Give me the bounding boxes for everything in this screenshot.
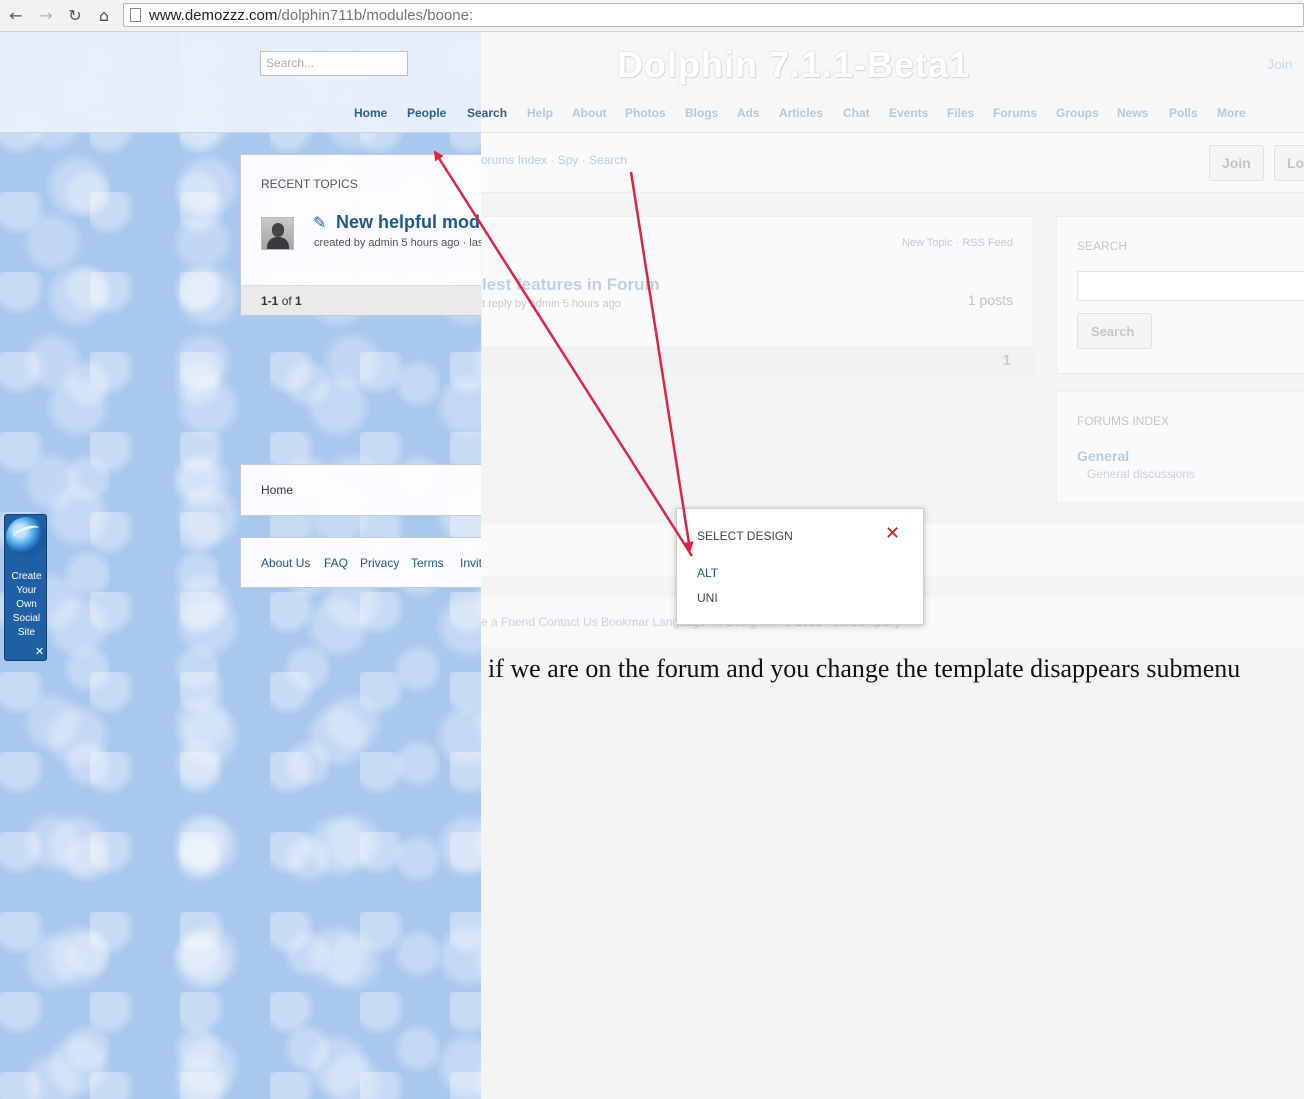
footer-links-box: About Us FAQ Privacy Terms Invit xyxy=(240,537,481,588)
breadcrumb-home[interactable]: Home xyxy=(261,483,293,497)
menu-item-people[interactable]: People xyxy=(407,106,446,120)
popup-title: SELECT DESIGN xyxy=(697,529,793,543)
menu-item-groups[interactable]: Groups xyxy=(1056,106,1099,120)
topic-title[interactable]: lest features in Forum xyxy=(482,275,660,295)
home-box: Home xyxy=(240,464,481,516)
browser-toolbar: ← → ↻ ⌂ www.demozzz.com/dolphin711b/modu… xyxy=(0,0,1304,32)
topic-pagination: 1 xyxy=(482,346,1035,376)
menu-item-photos[interactable]: Photos xyxy=(625,106,666,120)
login-button[interactable]: Lo xyxy=(1274,145,1304,181)
create-site-widget[interactable]: Create Your Own Social Site ✕ xyxy=(4,514,47,661)
join-button[interactable]: Join xyxy=(1209,145,1264,181)
submenu-breadcrumb[interactable]: orums Index · Spy · Search xyxy=(481,153,627,167)
site-logo[interactable]: Dolphin 7.1.1-Beta1 xyxy=(617,44,970,86)
menu-item-news[interactable]: News xyxy=(1117,106,1148,120)
faded-header: Dolphin 7.1.1-Beta1 Join xyxy=(481,32,1304,93)
menu-item-about[interactable]: About xyxy=(572,106,607,120)
forums-index-box: FORUMS INDEX General General discussions xyxy=(1056,391,1304,503)
submenu-bar: orums Index · Spy · Search Join Lo xyxy=(481,133,1304,193)
forum-search-button[interactable]: Search xyxy=(1077,313,1152,349)
menu-item-forums[interactable]: Forums xyxy=(993,106,1037,120)
main-menu: Home People Search Help About Photos Blo… xyxy=(0,106,1304,122)
home-icon[interactable]: ⌂ xyxy=(94,5,114,25)
topic-meta: t reply by admin 5 hours ago xyxy=(482,298,621,310)
recent-topics-title: RECENT TOPICS xyxy=(261,177,358,191)
forum-topic-box: New Topic · RSS Feed lest features in Fo… xyxy=(481,216,1035,376)
forum-general-desc: General discussions xyxy=(1087,467,1196,481)
widget-text: Create Your Own Social Site xyxy=(11,571,42,638)
reload-icon[interactable]: ↻ xyxy=(65,5,85,25)
back-icon[interactable]: ← xyxy=(6,5,26,25)
menu-item-help[interactable]: Help xyxy=(527,106,553,120)
recent-topic-meta: created by admin 5 hours ago · las xyxy=(314,237,481,249)
pin-icon: ✎ xyxy=(313,215,327,232)
select-design-popup: SELECT DESIGN ✕ ALT UNI xyxy=(676,508,924,625)
menu-item-more[interactable]: More xyxy=(1217,106,1246,120)
menu-item-chat[interactable]: Chat xyxy=(843,106,870,120)
menu-item-files[interactable]: Files xyxy=(947,106,974,120)
search-box: SEARCH Search xyxy=(1056,216,1304,374)
address-bar[interactable]: www.demozzz.com/dolphin711b/modules/boon… xyxy=(123,3,1304,27)
widget-close-icon[interactable]: ✕ xyxy=(35,645,44,658)
topic-posts-count: 1 posts xyxy=(967,292,1013,308)
menu-item-home[interactable]: Home xyxy=(354,106,387,120)
annotation-text: if we are on the forum and you change th… xyxy=(488,654,1241,683)
footer-link-about[interactable]: About Us xyxy=(261,556,310,570)
forum-search-input[interactable] xyxy=(1077,271,1304,301)
footer-link-faq[interactable]: FAQ xyxy=(324,556,348,570)
footer-link-privacy[interactable]: Privacy xyxy=(360,556,399,570)
page-icon xyxy=(130,8,141,22)
design-option-alt[interactable]: ALT xyxy=(697,566,718,580)
dolphin-globe-icon xyxy=(6,517,46,557)
menu-item-polls[interactable]: Polls xyxy=(1169,106,1198,120)
recent-topics-pagination: 1-1 of 1 xyxy=(241,285,481,315)
topic-actions[interactable]: New Topic · RSS Feed xyxy=(902,237,1013,249)
sky-template-panel: Search... RECENT TOPICS ✎ New helpful mo… xyxy=(0,32,481,1099)
forum-general-link[interactable]: General xyxy=(1077,448,1129,464)
menu-item-blogs[interactable]: Blogs xyxy=(685,106,718,120)
footer-link-terms[interactable]: Terms xyxy=(411,556,444,570)
forward-icon[interactable]: → xyxy=(36,5,56,25)
page-number[interactable]: 1 xyxy=(1003,352,1011,369)
pagination-text: 1-1 of 1 xyxy=(261,294,302,308)
site-search-input[interactable]: Search... xyxy=(260,51,408,76)
join-link[interactable]: Join xyxy=(1267,56,1293,72)
footer-link-invite[interactable]: Invit xyxy=(460,556,481,570)
recent-topic-title[interactable]: New helpful mod xyxy=(336,212,480,233)
menu-item-search[interactable]: Search xyxy=(467,106,507,120)
close-icon[interactable]: ✕ xyxy=(885,523,900,544)
menu-item-articles[interactable]: Articles xyxy=(779,106,823,120)
design-option-uni[interactable]: UNI xyxy=(697,591,718,605)
url-text: www.demozzz.com/dolphin711b/modules/boon… xyxy=(149,7,474,24)
avatar[interactable] xyxy=(261,217,294,250)
menu-item-ads[interactable]: Ads xyxy=(737,106,760,120)
forums-index-title: FORUMS INDEX xyxy=(1077,414,1170,428)
menu-item-events[interactable]: Events xyxy=(889,106,928,120)
recent-topics-box: RECENT TOPICS ✎ New helpful mod created … xyxy=(240,154,481,316)
search-box-title: SEARCH xyxy=(1077,239,1128,253)
